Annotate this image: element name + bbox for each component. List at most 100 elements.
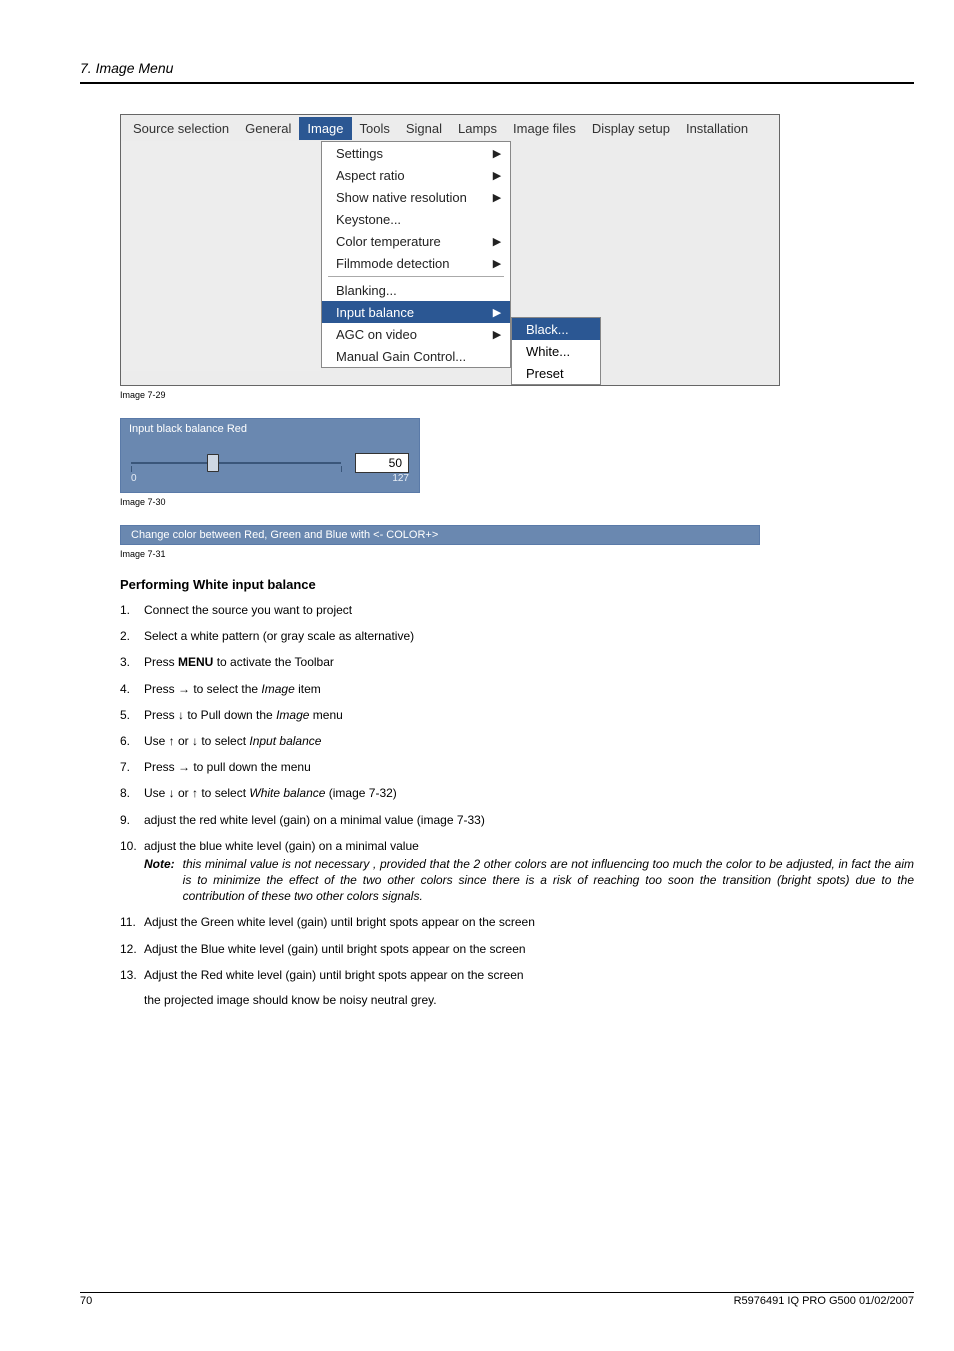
step-number: 5. — [120, 707, 138, 723]
submenu-arrow-icon: ▶ — [492, 169, 502, 182]
menubar-item[interactable]: Tools — [352, 117, 398, 140]
tick — [131, 466, 132, 472]
submenu-item[interactable]: White... — [512, 340, 600, 362]
menu-separator — [328, 276, 504, 277]
step-item: 4. Press → to select the Image item — [120, 681, 914, 697]
tick — [341, 466, 342, 472]
dropdown-item[interactable]: Settings ▶ — [322, 142, 510, 164]
step-item: 6. Use ↑ or ↓ to select Input balance — [120, 733, 914, 749]
dropdown-item[interactable]: Show native resolution ▶ — [322, 186, 510, 208]
menubar-item[interactable]: Image — [299, 117, 351, 140]
step-number: 8. — [120, 785, 138, 801]
menubar-item[interactable]: Lamps — [450, 117, 505, 140]
submenu-arrow-icon: ▶ — [492, 328, 502, 341]
dropdown-item[interactable]: Blanking... — [322, 279, 510, 301]
step-number: 13. — [120, 967, 138, 983]
dropdown-item-label: Manual Gain Control... — [336, 349, 466, 364]
step-number: 6. — [120, 733, 138, 749]
doc-id: R5976491 IQ PRO G500 01/02/2007 — [734, 1295, 914, 1307]
figure-caption: Image 7-30 — [120, 497, 914, 507]
input-balance-submenu: Black...White...Preset — [511, 317, 601, 385]
step-text: Use ↓ or ↑ to select White balance (imag… — [144, 785, 914, 801]
footer-rule — [80, 1292, 914, 1293]
step-item: 11.Adjust the Green white level (gain) u… — [120, 914, 914, 930]
step-number: 1. — [120, 602, 138, 618]
dropdown-item[interactable]: Input balance ▶ — [322, 301, 510, 323]
section-heading: Performing White input balance — [120, 577, 914, 592]
slider-thumb[interactable] — [207, 454, 219, 472]
slider-min: 0 — [131, 473, 137, 484]
slider-range-labels: 0 127 — [121, 473, 419, 484]
menubar-item[interactable]: Signal — [398, 117, 450, 140]
dropdown-item-label: Input balance — [336, 305, 414, 320]
step-item: 3.Press MENU to activate the Toolbar — [120, 654, 914, 670]
submenu-arrow-icon: ▶ — [492, 191, 502, 204]
step-item: 1. Connect the source you want to project — [120, 602, 914, 618]
step-item: 2. Select a white pattern (or gray scale … — [120, 628, 914, 644]
step-text: Adjust the Red white level (gain) until … — [144, 967, 914, 983]
step-text: Adjust the Green white level (gain) unti… — [144, 914, 914, 930]
menubar-item[interactable]: Image files — [505, 117, 584, 140]
step-number: 7. — [120, 759, 138, 775]
step-item: 10. adjust the blue white level (gain) on… — [120, 838, 914, 905]
dropdown-item[interactable]: Keystone... — [322, 208, 510, 230]
dropdown-item[interactable]: Manual Gain Control... — [322, 345, 510, 367]
submenu-item[interactable]: Black... — [512, 318, 600, 340]
step-text: Select a white pattern (or gray scale as… — [144, 628, 914, 644]
menubar-item[interactable]: Installation — [678, 117, 756, 140]
menubar-item[interactable]: Source selection — [125, 117, 237, 140]
step-number: 2. — [120, 628, 138, 644]
dropdown-item-label: Filmmode detection — [336, 256, 449, 271]
dropdown-item[interactable]: Filmmode detection▶ — [322, 252, 510, 274]
note-text: this minimal value is not necessary , pr… — [183, 856, 914, 905]
dropdown-item[interactable]: Color temperature ▶ — [322, 230, 510, 252]
dropdown-item-label: Color temperature — [336, 234, 441, 249]
dd-spacer — [121, 141, 321, 371]
step-text: Press → to select the Image item — [144, 681, 914, 697]
step-text: Connect the source you want to project — [144, 602, 914, 618]
step-item: 8. Use ↓ or ↑ to select White balance (im… — [120, 785, 914, 801]
tail-text: the projected image should know be noisy… — [144, 993, 914, 1007]
step-text: adjust the red white level (gain) on a m… — [144, 812, 914, 828]
slider-body: 50 — [121, 439, 419, 475]
slider-title: Input black balance Red — [121, 419, 419, 439]
step-number: 12. — [120, 941, 138, 957]
slider-panel: Input black balance Red 50 0 127 — [120, 418, 420, 493]
dropdown-item-label: Settings — [336, 146, 383, 161]
step-text: Press MENU to activate the Toolbar — [144, 654, 914, 670]
slider-track[interactable] — [131, 454, 341, 472]
step-number: 9. — [120, 812, 138, 828]
menubar-item[interactable]: General — [237, 117, 299, 140]
submenu-arrow-icon: ▶ — [492, 306, 502, 319]
step-text: Press ↓ to Pull down the Image menu — [144, 707, 914, 723]
menubar-item[interactable]: Display setup — [584, 117, 678, 140]
step-text: adjust the blue white level (gain) on a … — [144, 838, 914, 905]
image-dropdown: Settings▶Aspect ratio▶Show native resolu… — [321, 141, 511, 368]
page-number: 70 — [80, 1295, 92, 1307]
submenu-arrow-icon: ▶ — [492, 235, 502, 248]
menu-screenshot: Source selectionGeneralImageToolsSignalL… — [120, 114, 780, 386]
dropdown-item-label: Aspect ratio — [336, 168, 405, 183]
step-number: 10. — [120, 838, 138, 905]
step-text: Adjust the Blue white level (gain) until… — [144, 941, 914, 957]
steps-list: 1. Connect the source you want to project… — [120, 602, 914, 983]
menubar: Source selectionGeneralImageToolsSignalL… — [121, 115, 779, 141]
submenu-item[interactable]: Preset — [512, 362, 600, 384]
step-text: Press → to pull down the menu — [144, 759, 914, 775]
step-item: 9. adjust the red white level (gain) on a… — [120, 812, 914, 828]
slider-max: 127 — [392, 473, 409, 484]
slider-value: 50 — [355, 453, 409, 473]
step-note: Note:this minimal value is not necessary… — [144, 856, 914, 905]
step-text: Use ↑ or ↓ to select Input balance — [144, 733, 914, 749]
figure-caption: Image 7-31 — [120, 549, 914, 559]
figure-caption: Image 7-29 — [120, 390, 914, 400]
step-number: 4. — [120, 681, 138, 697]
dropdown-item[interactable]: Aspect ratio ▶ — [322, 164, 510, 186]
step-item: 7. Press → to pull down the menu — [120, 759, 914, 775]
page-header: 7. Image Menu — [80, 60, 914, 76]
dropdown-item-label: Show native resolution — [336, 190, 467, 205]
dropdown-area: Settings▶Aspect ratio▶Show native resolu… — [121, 141, 779, 385]
submenu-arrow-icon: ▶ — [492, 147, 502, 160]
track-line — [131, 462, 341, 464]
dropdown-item[interactable]: AGC on video▶ — [322, 323, 510, 345]
